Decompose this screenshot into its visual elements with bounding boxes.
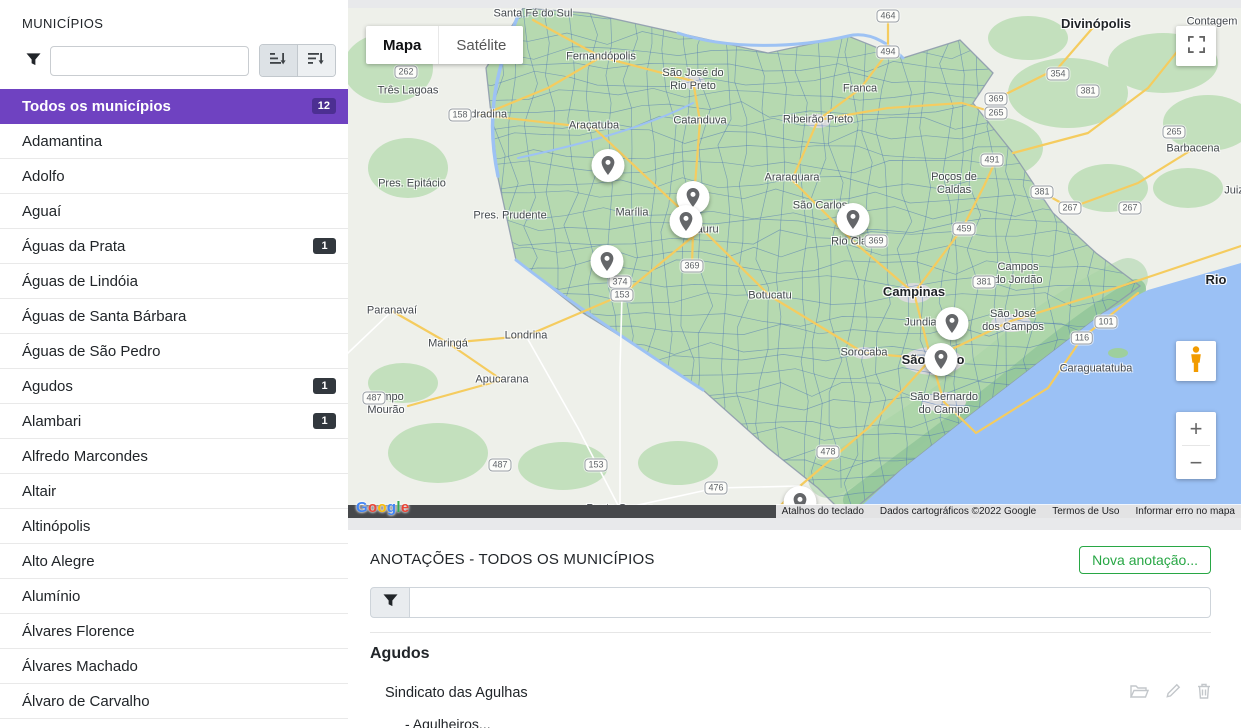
municipality-name: Agudos	[22, 378, 73, 395]
municipality-count-badge: 1	[313, 378, 336, 394]
municipality-item-alum-nio[interactable]: Alumínio	[0, 579, 348, 614]
municipality-item-altin-polis[interactable]: Altinópolis	[0, 509, 348, 544]
municipality-name: Adolfo	[22, 168, 65, 185]
municipality-list: Todos os municípios 12 Adamantina Adolfo Agu…	[0, 89, 348, 719]
municipality-item-adamantina[interactable]: Adamantina	[0, 124, 348, 159]
municipality-name: Altinópolis	[22, 518, 90, 535]
municipality-item-agua[interactable]: Aguaí	[0, 194, 348, 229]
municipality-name: Águas de São Pedro	[22, 343, 160, 360]
sort-bars-asc-icon	[270, 52, 286, 69]
zoom-out-button[interactable]: −	[1176, 446, 1216, 479]
trash-icon	[1197, 683, 1211, 702]
new-annotation-button[interactable]: Nova anotação...	[1079, 546, 1211, 574]
municipality-item-alfredo-marcondes[interactable]: Alfredo Marcondes	[0, 439, 348, 474]
map-attribution-bar: Atalhos do teclado Dados cartográficos ©2…	[776, 504, 1241, 518]
pencil-icon	[1165, 683, 1181, 702]
municipality-name: Álvares Machado	[22, 658, 138, 675]
municipality-name: Águas da Prata	[22, 238, 125, 255]
annotation-subtitle: - Agulheiros...	[385, 716, 1211, 728]
municipality-item-alto-alegre[interactable]: Alto Alegre	[0, 544, 348, 579]
annotations-filter-button[interactable]	[370, 587, 410, 618]
annotation-group-title: Agudos	[370, 645, 1211, 663]
municipality-item-adolfo[interactable]: Adolfo	[0, 159, 348, 194]
municipality-name: Alfredo Marcondes	[22, 448, 148, 465]
municipality-item-guas-de-s-o-pedro[interactable]: Águas de São Pedro	[0, 334, 348, 369]
municipality-name: Altair	[22, 483, 56, 500]
sidebar-title: MUNICÍPIOS	[22, 16, 336, 31]
sort-ascending-button[interactable]	[260, 45, 298, 76]
municipality-name: Alto Alegre	[22, 553, 95, 570]
zoom-control: + −	[1176, 412, 1216, 479]
annotations-filter-row	[370, 587, 1211, 618]
municipality-name: Alambari	[22, 413, 81, 430]
edit-annotation-button[interactable]	[1165, 683, 1181, 702]
map-marker[interactable]	[589, 244, 625, 285]
satellite-view-button[interactable]: Satélite	[438, 26, 523, 64]
annotation-actions	[1130, 683, 1211, 702]
annotations-panel: ANOTAÇÕES - TODOS OS MUNICÍPIOS Nova ano…	[348, 530, 1241, 728]
street-view-person-icon	[1189, 346, 1203, 376]
report-map-error-link[interactable]: Informar erro no mapa	[1136, 506, 1236, 517]
sort-bars-desc-icon	[308, 52, 324, 69]
municipality-item-lvaro-de-carvalho[interactable]: Álvaro de Carvalho	[0, 684, 348, 719]
municipality-filter-input[interactable]	[50, 46, 249, 76]
municipality-name: Alumínio	[22, 588, 80, 605]
annotation-title: Sindicato das Agulhas	[385, 685, 528, 701]
annotation-item: Sindicato das Agulhas - Agulheiros...	[370, 683, 1211, 728]
municipality-item-lvares-florence[interactable]: Álvares Florence	[0, 614, 348, 649]
municipality-item-alambari[interactable]: Alambari 1	[0, 404, 348, 439]
map-base-art	[348, 8, 1241, 518]
fullscreen-button[interactable]	[1176, 26, 1216, 66]
annotations-header: ANOTAÇÕES - TODOS OS MUNICÍPIOS Nova ano…	[370, 544, 1211, 575]
funnel-icon	[383, 593, 398, 613]
annotations-title: ANOTAÇÕES - TODOS OS MUNICÍPIOS	[370, 551, 655, 568]
map-marker[interactable]	[934, 306, 970, 347]
municipality-count-badge: 12	[312, 98, 336, 114]
municipality-name: Adamantina	[22, 133, 102, 150]
folder-open-icon	[1130, 684, 1149, 702]
map-marker[interactable]	[835, 202, 871, 243]
map-marker[interactable]	[590, 148, 626, 189]
municipality-name: Todos os municípios	[22, 98, 171, 115]
funnel-icon	[26, 52, 41, 70]
municipality-filter-row	[22, 44, 336, 77]
expand-corners-icon	[1188, 36, 1205, 56]
municipality-count-badge: 1	[313, 413, 336, 429]
municipality-name: Águas de Santa Bárbara	[22, 308, 186, 325]
municipality-item-lvares-machado[interactable]: Álvares Machado	[0, 649, 348, 684]
annotations-list: Agudos Sindicato das Agulhas - Agulheiros.…	[370, 632, 1211, 728]
municipality-item-guas-de-santa-b-rbara[interactable]: Águas de Santa Bárbara	[0, 299, 348, 334]
delete-annotation-button[interactable]	[1197, 683, 1211, 702]
map-canvas[interactable]: Santa Fé do SulFernandópolisSão José do …	[348, 8, 1241, 518]
municipality-name: Álvaro de Carvalho	[22, 693, 150, 710]
municipality-item-guas-de-lind-ia[interactable]: Águas de Lindóia	[0, 264, 348, 299]
sort-buttons-group	[259, 44, 336, 77]
terms-of-use-link[interactable]: Termos de Uso	[1052, 506, 1119, 517]
annotation-section: Agudos Sindicato das Agulhas - Agulheiros.…	[370, 632, 1211, 728]
map-data-text: Dados cartográficos ©2022 Google	[880, 506, 1036, 517]
municipality-item-guas-da-prata[interactable]: Águas da Prata 1	[0, 229, 348, 264]
street-view-pegman-button[interactable]	[1176, 341, 1216, 381]
keyboard-shortcuts-button[interactable]: Atalhos do teclado	[782, 506, 864, 517]
map-view-button[interactable]: Mapa	[366, 26, 438, 64]
municipality-item-altair[interactable]: Altair	[0, 474, 348, 509]
municipalities-sidebar: MUNICÍPIOS	[0, 0, 348, 728]
map-marker[interactable]	[923, 342, 959, 383]
annotations-filter-input[interactable]	[410, 587, 1211, 618]
municipality-item-todos-os-munic-pios[interactable]: Todos os municípios 12	[0, 89, 348, 124]
sort-descending-button[interactable]	[298, 45, 335, 76]
open-annotation-button[interactable]	[1130, 684, 1149, 702]
google-logo[interactable]: Google	[356, 499, 410, 516]
municipality-count-badge: 1	[313, 238, 336, 254]
zoom-in-button[interactable]: +	[1176, 412, 1216, 445]
municipality-name: Águas de Lindóia	[22, 273, 138, 290]
map-marker[interactable]	[668, 204, 704, 245]
sidebar-header: MUNICÍPIOS	[0, 0, 348, 89]
map-type-control: Mapa Satélite	[366, 26, 523, 64]
municipality-item-agudos[interactable]: Agudos 1	[0, 369, 348, 404]
municipality-filter-button[interactable]	[22, 46, 44, 76]
municipality-name: Álvares Florence	[22, 623, 135, 640]
municipality-name: Aguaí	[22, 203, 61, 220]
app-root: MUNICÍPIOS	[0, 0, 1241, 728]
